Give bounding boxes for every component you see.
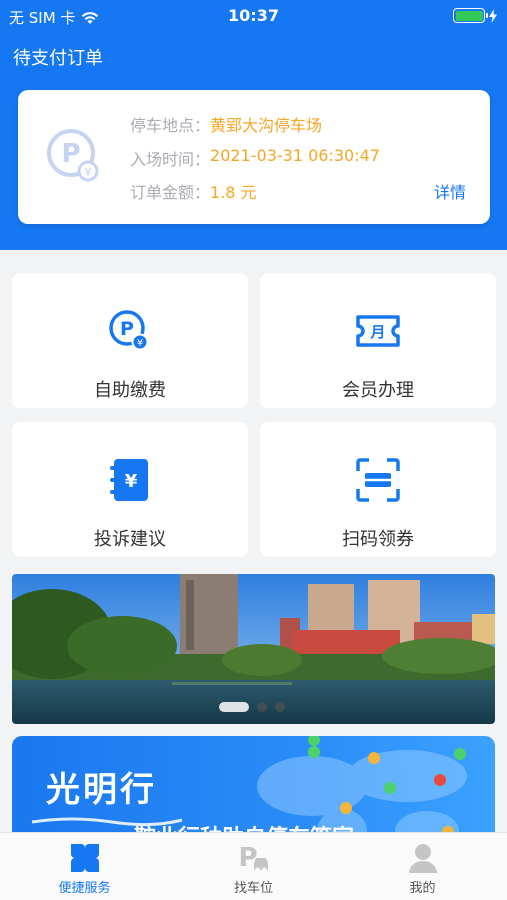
scan-coupon-icon <box>356 458 400 502</box>
parking-coin-icon: P ¥ <box>47 129 99 182</box>
amount-label: 订单金额： <box>130 183 211 202</box>
membership-label: 会员办理 <box>342 380 414 401</box>
carousel-dot[interactable] <box>257 702 267 712</box>
order-location-row: 停车地点： 黄郢大沟停车场 <box>130 112 322 136</box>
svg-text:P: P <box>61 139 80 169</box>
svg-text:月: 月 <box>369 323 385 341</box>
user-profile-icon <box>408 844 437 873</box>
self-pay-tile[interactable]: P ¥ 自助缴费 <box>12 273 248 408</box>
tab-find-space-label: 找车位 <box>233 881 273 896</box>
status-bar: 无 SIM 卡 10:37 <box>0 0 507 32</box>
feedback-tile[interactable]: ¥ 投诉建议 <box>12 422 248 557</box>
detail-link[interactable]: 详情 <box>434 179 466 203</box>
membership-tile[interactable]: 月 会员办理 <box>260 273 496 408</box>
feedback-book-icon: ¥ <box>110 459 148 501</box>
tab-mine-label: 我的 <box>409 881 436 896</box>
tab-mine[interactable]: 我的 <box>338 833 507 900</box>
page-title: 待支付订单 <box>13 48 103 69</box>
svg-text:¥: ¥ <box>85 166 92 179</box>
scan-coupon-tile[interactable]: 扫码领券 <box>260 422 496 557</box>
battery-group <box>453 8 497 23</box>
order-entry-row: 入场时间： 2021-03-31 06:30:47 <box>130 146 380 170</box>
charging-icon <box>489 8 497 23</box>
carousel-dot[interactable] <box>275 702 285 712</box>
carousel-dot-active[interactable] <box>219 702 249 712</box>
svg-text:P: P <box>120 318 134 340</box>
banner-carousel[interactable] <box>12 574 495 724</box>
entry-time-label: 入场时间： <box>130 150 211 169</box>
order-amount-row: 订单金额： 1.8 元 <box>130 179 257 203</box>
tab-find-space[interactable]: P 找车位 <box>169 833 338 900</box>
location-label: 停车地点： <box>130 116 211 135</box>
promo-title: 光明行 <box>46 770 157 810</box>
self-pay-label: 自助缴费 <box>94 380 166 401</box>
monthly-ticket-icon: 月 <box>356 315 400 347</box>
svg-text:¥: ¥ <box>125 471 138 492</box>
tab-bar: 便捷服务 P 找车位 我的 <box>0 832 507 900</box>
carousel-dots <box>219 702 285 712</box>
clock: 10:37 <box>228 6 279 25</box>
battery-icon <box>453 8 488 23</box>
parking-car-icon: P <box>238 843 268 873</box>
clover-grid-icon <box>70 844 99 872</box>
pending-order-card[interactable]: P ¥ 停车地点： 黄郢大沟停车场 入场时间： 2021-03-31 06:30… <box>18 90 490 224</box>
scan-coupon-label: 扫码领券 <box>342 529 414 550</box>
amount-value: 1.8 元 <box>210 183 257 202</box>
parking-pay-icon: P ¥ <box>109 310 149 351</box>
tab-services[interactable]: 便捷服务 <box>0 833 169 900</box>
entry-time-value: 2021-03-31 06:30:47 <box>210 146 380 165</box>
location-value: 黄郢大沟停车场 <box>210 116 323 135</box>
svg-text:¥: ¥ <box>137 338 143 349</box>
tab-services-label: 便捷服务 <box>58 881 111 896</box>
feedback-label: 投诉建议 <box>94 529 166 550</box>
